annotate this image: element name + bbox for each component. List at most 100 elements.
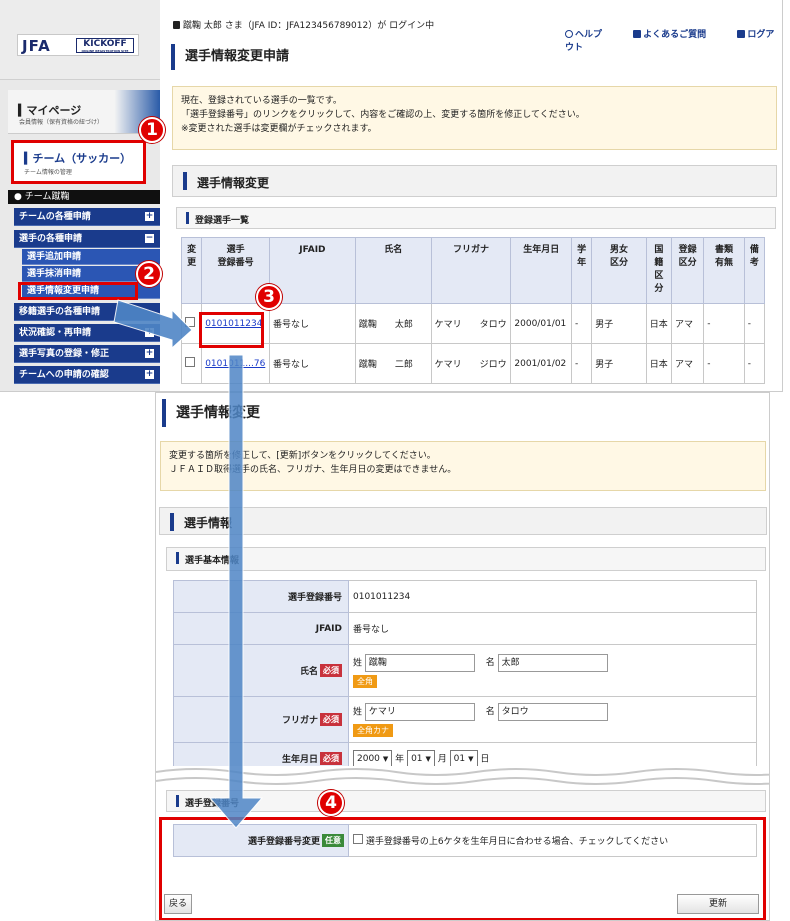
logout-lock-icon [737, 30, 746, 38]
table-row: 0101011...76 番号なし 蹴鞠 二郎 ケマリ ジロウ 2001/01/… [180, 343, 766, 384]
label-name: 氏名 必須 [173, 644, 349, 697]
team-title: ▍チーム（サッカー） [24, 152, 132, 165]
section-mark [170, 513, 174, 531]
highlight-box-2 [18, 282, 138, 300]
player-basic-info-form: 選手登録番号 0101011234 JFAID 番号なし 氏名 必須 姓 蹴鞠 名… [173, 580, 757, 775]
cell-name: 蹴鞠 二郎 [354, 343, 432, 384]
birth-year-select[interactable]: 2000 ▼ [353, 749, 393, 768]
logo-area: JFA KICKOFF ONLINE REGISTRATION SITE [0, 0, 160, 80]
col-header-text: JFAID [299, 245, 326, 255]
reg-no-link[interactable]: 0101011...76 [205, 359, 265, 369]
subsection-label: 登録選手一覧 [195, 216, 250, 226]
nav-item-team-request-check[interactable]: チームへの申請の確認 + [14, 366, 160, 384]
last-name-input[interactable]: 蹴鞠 [364, 653, 475, 672]
sidebar: JFA KICKOFF ONLINE REGISTRATION SITE ▍マイペ… [0, 0, 160, 391]
mypage-subtitle: 会員情報（保有資格の紐づけ） [19, 119, 104, 126]
sei-label: 姓 [353, 707, 363, 717]
change-checkbox[interactable] [185, 357, 195, 367]
callout-2: 2 [136, 261, 162, 287]
faq-link[interactable]: よくあるご質問 [633, 30, 720, 40]
last-kana-input[interactable]: ケマリ [364, 702, 475, 721]
label-text: 氏名 [299, 667, 318, 677]
col-header-text: 備 考 [749, 245, 759, 268]
highlight-box-3 [199, 312, 264, 348]
col-header-text: 国 籍 区 分 [654, 245, 664, 294]
instruction-note: 現在、登録されている選手の一覧です。 「選手登録番号」のリンクをクリックして、内… [172, 86, 777, 150]
first-kana-input[interactable]: タロウ [497, 702, 608, 721]
required-badge: 必須 [320, 664, 342, 677]
cell-docs: - [703, 303, 745, 344]
cell-nationality: 日本 [645, 303, 672, 344]
page-title: 選手情報変更申請 [171, 44, 776, 70]
first-name-input[interactable]: 太郎 [497, 653, 608, 672]
nav-item-player-photos[interactable]: 選手写真の登録・修正 + [14, 345, 160, 363]
section-header: 選手情報変更 [172, 165, 777, 197]
year-unit: 年 [395, 754, 405, 764]
login-status: 蹴鞠 太郎 さま（JFA ID：JFA123456789012）が ログイン中 [173, 18, 434, 31]
note-line: 「選手登録番号」のリンクをクリックして、内容をご確認の上、変更する箇所を修正して… [181, 110, 585, 120]
team-name-bar: ● チーム蹴鞠 [8, 190, 160, 204]
nav-item-label: チームの各種申請 [19, 212, 91, 222]
nav-item-status-check[interactable]: 状況確認・再申請 + [14, 324, 160, 342]
player-list-table: 変 更 選手 登録番号 JFAID 氏名 フリガナ 生年月日 学 年 男女 区分… [180, 237, 766, 384]
nav-item-transfer-requests[interactable]: 移籍選手の各種申請 [14, 303, 160, 321]
cell-reg-type: アマ [670, 343, 705, 384]
nav-item-team-requests[interactable]: チームの各種申請 + [14, 208, 160, 226]
logo-kickoff-word: KICKOFF [83, 39, 127, 49]
expand-plus-icon[interactable]: + [145, 349, 154, 358]
expand-plus-icon[interactable]: + [145, 212, 154, 221]
nav-sub-label: 選手抹消申請 [27, 269, 82, 279]
col-header-text: 書類 有無 [714, 245, 733, 268]
chevron-down-icon: ▼ [425, 754, 431, 763]
zenkaku-kana-hint-badge: 全角カナ [353, 723, 393, 737]
col-header-text: 登録 区分 [678, 245, 697, 268]
nav-sub-add-player[interactable]: 選手追加申請 [22, 249, 160, 265]
col-header-text: 変 更 [187, 245, 197, 268]
faq-label: よくあるご質問 [643, 30, 707, 40]
col-header-nationality: 国 籍 区 分 [645, 237, 672, 304]
update-button[interactable]: 更新 [677, 894, 759, 914]
subsection-label: 選手基本情報 [185, 556, 240, 566]
team-title-text: チーム（サッカー） [32, 152, 132, 165]
subsection-label: 選手登録番号 [185, 799, 240, 809]
col-header-text: フリガナ [452, 245, 489, 255]
value-jfaid: 番号なし [348, 612, 757, 645]
birth-month-select[interactable]: 01 ▼ [407, 749, 435, 768]
team-soccer-menu[interactable]: ▍チーム（サッカー） チーム情報の管理 [11, 140, 146, 184]
name-inputs: 姓 蹴鞠 名 太郎 全角 [348, 644, 757, 697]
back-button[interactable]: 戻る [164, 894, 192, 914]
required-badge: 必須 [320, 713, 342, 726]
day-unit: 日 [480, 754, 490, 764]
col-header-jfaid: JFAID [268, 237, 356, 304]
nav-item-label: 選手写真の登録・修正 [19, 349, 110, 359]
cell-nationality: 日本 [645, 343, 672, 384]
expand-plus-icon[interactable]: + [145, 328, 154, 337]
label-jfaid: JFAID [173, 612, 349, 645]
label-text: 生年月日 [281, 755, 318, 765]
subsection-header: 選手基本情報 [166, 547, 766, 571]
col-header-grade: 学 年 [570, 237, 593, 304]
nav-item-label: 状況確認・再申請 [19, 328, 92, 338]
mypage-title: ▍マイページ [18, 104, 82, 117]
birth-month-value: 01 [411, 753, 423, 764]
nav-item-label: チームへの申請の確認 [19, 370, 109, 380]
value-reg-no: 0101011234 [348, 580, 757, 613]
expand-plus-icon[interactable]: + [145, 370, 154, 379]
help-link[interactable]: ヘルプ [565, 30, 616, 40]
player-list-screen: JFA KICKOFF ONLINE REGISTRATION SITE ▍マイペ… [0, 0, 783, 392]
player-edit-screen: 選手情報変更 変更する箇所を修正して、[更新]ボタンをクリックしてください。 Ｊ… [155, 392, 770, 921]
cell-docs: - [703, 343, 745, 384]
collapse-minus-icon[interactable]: − [145, 234, 154, 243]
note-line: ＪＦＡＩＤ取得選手の氏名、フリガナ、生年月日の変更はできません。 [169, 465, 457, 475]
team-subtitle: チーム情報の管理 [24, 169, 72, 176]
subsection-mark [186, 212, 189, 224]
mypage-menu[interactable]: ▍マイページ 会員情報（保有資格の紐づけ） [8, 90, 160, 134]
nav-item-player-requests[interactable]: 選手の各種申請 − [14, 230, 160, 248]
subsection-header: 登録選手一覧 [176, 207, 776, 229]
birth-day-select[interactable]: 01 ▼ [449, 749, 478, 768]
col-header-gender: 男女 区分 [591, 237, 647, 304]
change-checkbox[interactable] [185, 317, 195, 327]
jfa-kickoff-logo[interactable]: JFA KICKOFF ONLINE REGISTRATION SITE [17, 34, 139, 56]
cell-jfaid: 番号なし [268, 303, 356, 344]
callout-1: 1 [139, 117, 165, 143]
